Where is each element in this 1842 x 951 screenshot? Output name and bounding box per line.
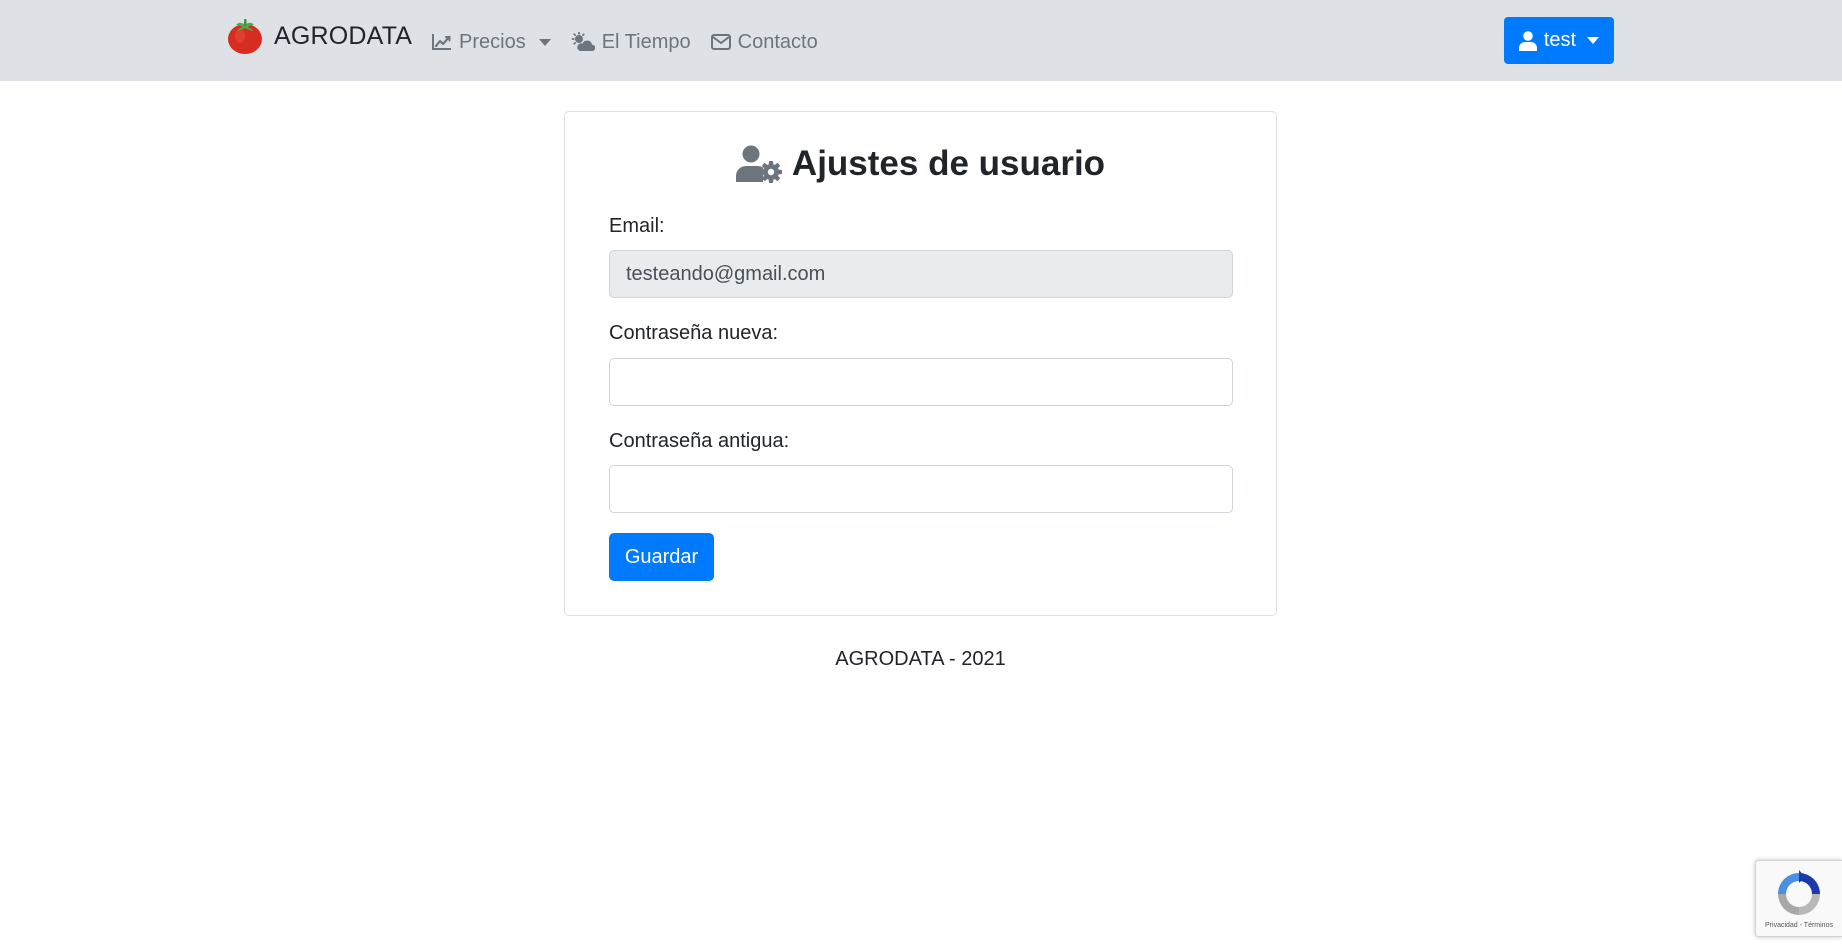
- nav-item-el-tiempo[interactable]: El Tiempo: [571, 31, 691, 54]
- nav-item-el-tiempo-label: El Tiempo: [601, 30, 691, 53]
- new-password-field[interactable]: [609, 358, 1233, 406]
- recaptcha-badge[interactable]: Privacidad - Términos: [1755, 860, 1842, 937]
- brand-link[interactable]: AGRODATA: [227, 16, 412, 56]
- nav-item-precios-label: Precios: [459, 30, 526, 53]
- chevron-down-icon: [1587, 37, 1600, 44]
- footer-text: AGRODATA - 2021: [835, 648, 1006, 670]
- save-button[interactable]: Guardar: [609, 533, 714, 581]
- user-cog-icon: [735, 145, 782, 183]
- nav-item-contacto[interactable]: Contacto: [710, 30, 818, 54]
- chevron-down-icon: [538, 38, 551, 46]
- email-field[interactable]: [609, 250, 1233, 298]
- user-menu-button[interactable]: test: [1504, 17, 1614, 64]
- email-label: Email:: [609, 215, 665, 237]
- chart-line-icon: [432, 34, 451, 50]
- old-password-label: Contraseña antigua:: [609, 430, 790, 452]
- user-icon: [1518, 30, 1537, 51]
- new-password-label: Contraseña nueva:: [609, 322, 779, 344]
- page-title: Ajustes de usuario: [565, 140, 1276, 188]
- nav-item-contacto-label: Contacto: [737, 30, 818, 53]
- user-settings-card: Ajustes de usuario Email: Contraseña nue…: [564, 111, 1277, 616]
- cloud-sun-icon: [571, 32, 595, 51]
- user-menu-label: test: [1543, 29, 1577, 51]
- recaptcha-logo-icon: [1778, 870, 1820, 915]
- recaptcha-links: Privacidad - Términos: [1765, 922, 1833, 929]
- top-navbar: AGRODATA Precios El Tiempo Contacto test: [0, 0, 1842, 81]
- tomato-logo-icon: [228, 19, 262, 54]
- page-title-text: Ajustes de usuario: [791, 144, 1106, 183]
- main-nav: Precios El Tiempo Contacto: [432, 22, 838, 62]
- nav-item-precios[interactable]: Precios: [432, 31, 551, 54]
- brand-name: AGRODATA: [274, 21, 413, 50]
- old-password-field[interactable]: [609, 465, 1233, 513]
- envelope-icon: [710, 34, 731, 50]
